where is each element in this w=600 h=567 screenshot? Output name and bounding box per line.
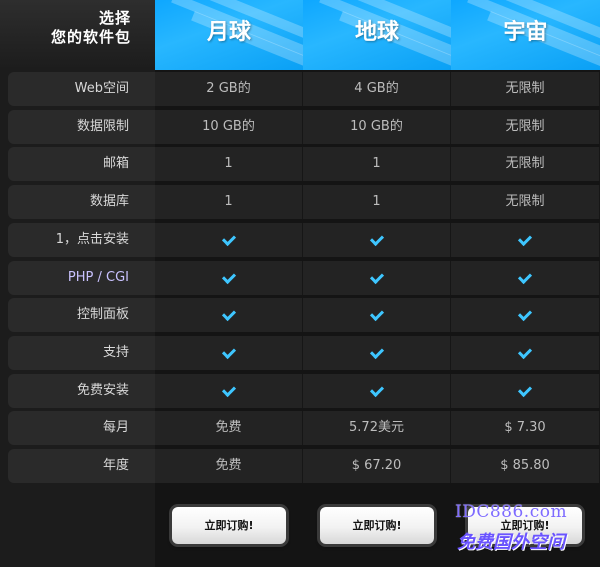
feature-label: 数据库 [8, 185, 155, 219]
feature-label: 控制面板 [8, 298, 155, 332]
feature-label: 年度 [8, 449, 155, 483]
feature-label: 邮箱 [8, 147, 155, 181]
watermark-caption: 免费国外空间 [457, 532, 565, 553]
plan-name: 月球 [206, 19, 251, 45]
feature-value: 5.72美元 [303, 411, 451, 445]
checkmark-icon [517, 306, 533, 322]
checkmark-icon [517, 382, 533, 398]
pricing-table: 选择 您的软件包 月球 立即订购! 地球 立即订购! 宇宙 立即订购! Web空间 2 GB的… [0, 0, 600, 567]
feature-label: Web空间 [8, 72, 155, 106]
checkmark-icon [369, 382, 384, 398]
feature-label: 每月 [8, 411, 155, 445]
feature-value: 1 [155, 185, 303, 219]
plan-name: 地球 [354, 19, 399, 45]
feature-value: 10 GB的 [303, 110, 451, 144]
feature-value: $ 85.80 [451, 449, 600, 483]
checkmark-icon [517, 344, 533, 360]
feature-value: 免费 [155, 449, 303, 483]
plan-header: 地球 [303, 0, 452, 70]
checkmark-icon [517, 269, 533, 285]
checkmark-icon [517, 231, 533, 247]
watermark: IDC886.com 免费国外空间 [455, 502, 600, 562]
feature-label: 1，点击安装 [8, 223, 155, 257]
checkmark-icon [369, 269, 384, 285]
title-line-2: 您的软件包 [50, 28, 131, 46]
feature-cell [303, 374, 451, 408]
feature-value: 1 [303, 147, 451, 181]
feature-label: 支持 [8, 336, 155, 370]
order-now-button[interactable]: 立即订购! [172, 507, 286, 544]
feature-cell [303, 298, 451, 332]
feature-value: $ 7.30 [451, 411, 600, 445]
page-title: 选择 您的软件包 [0, 9, 131, 47]
feature-value: 2 GB的 [155, 72, 303, 106]
feature-cell [451, 298, 600, 332]
checkmark-icon [221, 344, 236, 360]
feature-label: 免费安装 [8, 374, 155, 408]
checkmark-icon [369, 231, 384, 247]
feature-value: 4 GB的 [303, 72, 451, 106]
feature-cell [451, 374, 600, 408]
feature-cell [155, 223, 303, 257]
feature-cell [155, 261, 303, 295]
feature-cell [155, 374, 303, 408]
feature-cell [303, 223, 451, 257]
feature-value: 无限制 [451, 110, 600, 144]
checkmark-icon [369, 344, 384, 360]
feature-cell [155, 336, 303, 370]
checkmark-icon [369, 306, 384, 322]
feature-value: 无限制 [451, 185, 600, 219]
table-corner-header: 选择 您的软件包 [0, 0, 155, 70]
order-now-button[interactable]: 立即订购! [320, 507, 434, 544]
feature-cell [451, 261, 600, 295]
plan-header: 宇宙 [451, 0, 600, 70]
feature-value: 免费 [155, 411, 303, 445]
feature-cell [303, 261, 451, 295]
feature-value: 1 [155, 147, 303, 181]
checkmark-icon [221, 231, 236, 247]
plan-header: 月球 [155, 0, 304, 70]
feature-value: 无限制 [451, 72, 600, 106]
feature-label: 数据限制 [8, 110, 155, 144]
feature-cell [451, 336, 600, 370]
feature-value: 无限制 [451, 147, 600, 181]
feature-value: 10 GB的 [155, 110, 303, 144]
feature-cell [303, 336, 451, 370]
plan-name: 宇宙 [503, 19, 548, 45]
title-line-1: 选择 [98, 9, 131, 27]
feature-value: 1 [303, 185, 451, 219]
feature-cell [155, 298, 303, 332]
watermark-site: IDC886.com [455, 502, 568, 522]
checkmark-icon [221, 269, 236, 285]
feature-value: $ 67.20 [303, 449, 451, 483]
checkmark-icon [221, 306, 236, 322]
feature-label: PHP / CGI [8, 261, 155, 295]
checkmark-icon [221, 382, 236, 398]
feature-cell [451, 223, 600, 257]
